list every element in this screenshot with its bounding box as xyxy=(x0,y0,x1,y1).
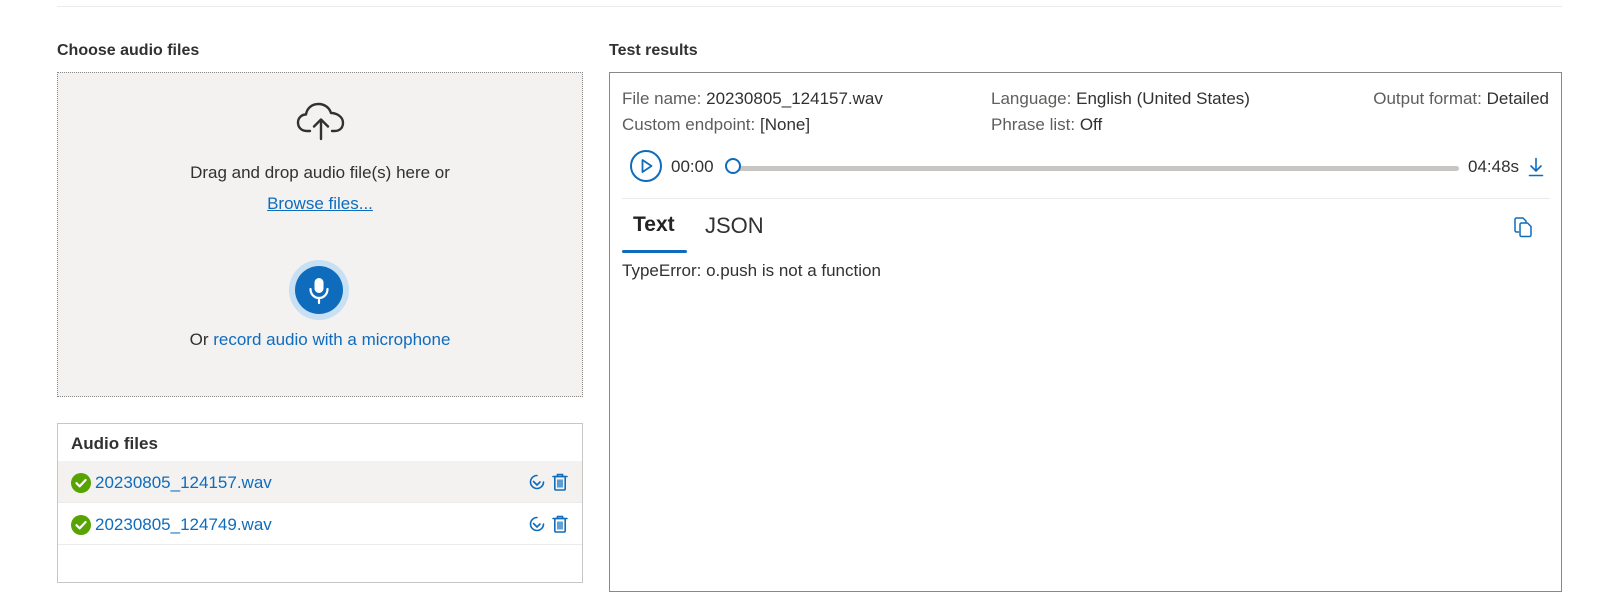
phrase-list-value: Off xyxy=(1079,115,1103,134)
reprocess-icon[interactable] xyxy=(527,514,547,534)
reprocess-icon[interactable] xyxy=(527,472,547,492)
custom-endpoint-meta: Custom endpoint: [None] xyxy=(622,115,810,135)
language-meta: Language: English (United States) xyxy=(991,89,1250,109)
current-time: 00:00 xyxy=(671,157,714,176)
play-icon[interactable] xyxy=(630,150,662,182)
custom-endpoint-value: [None] xyxy=(759,115,811,134)
phrase-list-label: Phrase list: xyxy=(991,115,1076,134)
top-divider xyxy=(57,6,1562,7)
tab-json[interactable]: JSON xyxy=(693,213,776,239)
audio-files-panel: Audio files 20230805_124157.wav 20230805… xyxy=(57,423,583,583)
test-results-panel: File name: 20230805_124157.wav Language:… xyxy=(609,72,1562,592)
file-name-meta: File name: 20230805_124157.wav xyxy=(622,89,883,109)
output-format-meta: Output format: Detailed xyxy=(1373,89,1549,109)
cloud-upload-icon xyxy=(296,102,345,141)
tab-text[interactable]: Text xyxy=(621,213,687,237)
audio-file-name[interactable]: 20230805_124749.wav xyxy=(95,515,272,535)
player-divider xyxy=(622,198,1550,199)
microphone-icon xyxy=(309,278,329,305)
copy-icon[interactable] xyxy=(1513,216,1533,238)
choose-audio-title: Choose audio files xyxy=(57,42,200,59)
audio-file-row[interactable]: 20230805_124749.wav xyxy=(58,503,582,545)
success-check-icon xyxy=(71,473,91,493)
playback-slider-thumb[interactable] xyxy=(725,158,741,174)
active-tab-indicator xyxy=(622,250,687,253)
audio-dropzone[interactable]: Drag and drop audio file(s) here or Brow… xyxy=(57,72,583,397)
file-name-value: 20230805_124157.wav xyxy=(706,89,883,108)
file-name-label: File name: xyxy=(622,89,702,108)
playback-slider-track[interactable] xyxy=(732,166,1459,171)
success-check-icon xyxy=(71,515,91,535)
audio-files-title: Audio files xyxy=(71,434,158,453)
drag-drop-text: Drag and drop audio file(s) here or xyxy=(190,163,450,182)
browse-files-link[interactable]: Browse files... xyxy=(267,194,373,213)
custom-endpoint-label: Custom endpoint: xyxy=(622,115,756,134)
output-format-value: Detailed xyxy=(1486,89,1549,108)
output-format-label: Output format: xyxy=(1373,89,1482,108)
record-audio-link[interactable]: record audio with a microphone xyxy=(213,330,450,349)
phrase-list-meta: Phrase list: Off xyxy=(991,115,1102,135)
duration-time: 04:48s xyxy=(1468,157,1520,176)
language-value: English (United States) xyxy=(1076,89,1250,108)
download-icon[interactable] xyxy=(1528,157,1544,177)
result-text: TypeError: o.push is not a function xyxy=(622,261,881,280)
audio-file-name[interactable]: 20230805_124157.wav xyxy=(95,473,272,493)
delete-trash-icon[interactable] xyxy=(551,472,569,492)
record-audio-line: Or record audio with a microphone xyxy=(58,330,582,350)
record-microphone-button[interactable] xyxy=(295,266,343,314)
audio-file-row[interactable]: 20230805_124157.wav xyxy=(58,461,582,503)
language-label: Language: xyxy=(991,89,1072,108)
record-prefix: Or xyxy=(189,330,209,349)
delete-trash-icon[interactable] xyxy=(551,514,569,534)
test-results-title: Test results xyxy=(609,42,698,59)
